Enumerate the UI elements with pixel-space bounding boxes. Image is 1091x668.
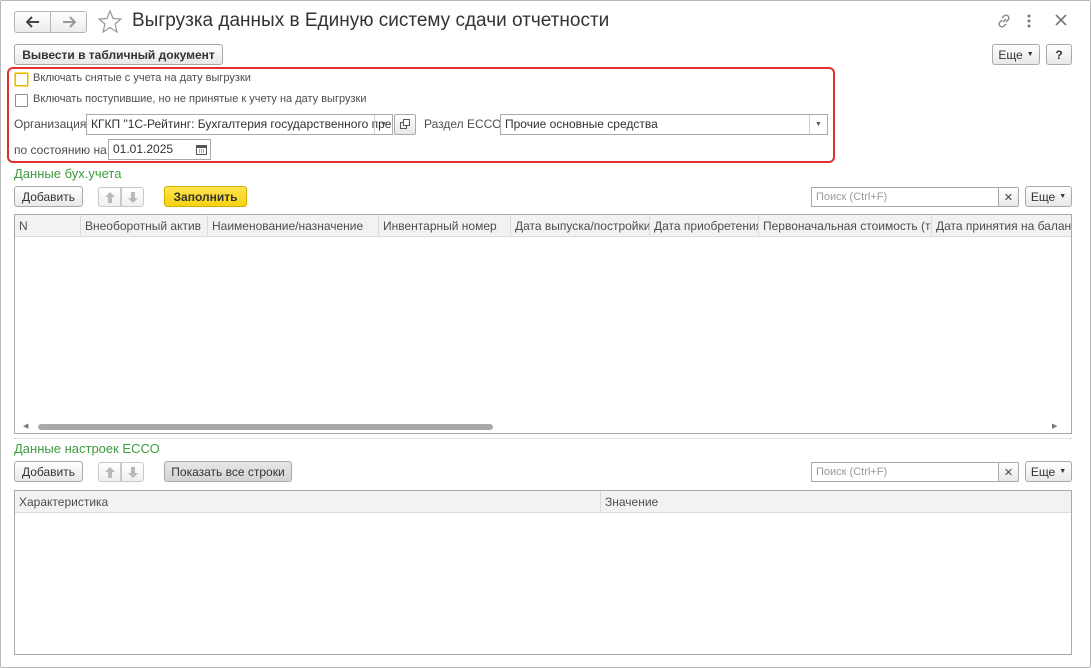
open-window-icon	[399, 119, 410, 129]
settings-search-clear-button[interactable]: ✕	[998, 462, 1019, 482]
open-organization-button[interactable]	[394, 114, 416, 135]
back-button[interactable]	[14, 11, 51, 33]
column-header[interactable]: Наименование/назначение	[208, 215, 379, 237]
chevron-down-icon[interactable]: ▼	[809, 115, 827, 134]
organization-field[interactable]: КГКП "1С-Рейтинг: Бухгалтерия государств…	[86, 114, 393, 135]
chevron-down-icon: ▼	[1059, 468, 1067, 475]
scroll-right-icon[interactable]: ▶	[1052, 422, 1057, 430]
accounting-group-title: Данные бух.учета	[14, 166, 122, 181]
more-actions-icon[interactable]	[1026, 13, 1032, 32]
settings-more-button[interactable]: Еще ▼	[1025, 461, 1072, 482]
include-received-label[interactable]: Включать поступившие, но не принятые к у…	[33, 93, 366, 105]
horizontal-scrollbar[interactable]: ◀ ▶	[15, 420, 1071, 433]
section-value: Прочие основные средства	[505, 117, 658, 131]
settings-more-label: Еще	[1030, 464, 1056, 479]
form-window: Выгрузка данных в Единую систему сдачи о…	[0, 0, 1091, 668]
link-icon[interactable]	[996, 13, 1012, 32]
forward-button[interactable]	[50, 11, 87, 33]
calendar-icon[interactable]	[192, 140, 210, 159]
accounting-more-button[interactable]: Еще ▼	[1025, 186, 1072, 207]
accounting-search-clear-button[interactable]: ✕	[998, 187, 1019, 207]
include-removed-checkbox[interactable]	[15, 73, 28, 86]
date-label: по состоянию на :	[14, 143, 114, 157]
include-received-checkbox[interactable]	[15, 94, 28, 107]
settings-group-title: Данные настроек ЕССО	[14, 441, 160, 456]
more-button[interactable]: Еще ▼	[992, 44, 1040, 65]
column-header[interactable]: Дата принятия на баланс	[932, 215, 1071, 237]
arrow-up-icon	[104, 466, 115, 478]
move-down-button[interactable]	[121, 187, 144, 207]
date-field[interactable]: 01.01.2025	[108, 139, 211, 160]
favorite-star-icon[interactable]	[97, 9, 123, 36]
settings-search-input[interactable]: Поиск (Ctrl+F)	[811, 462, 999, 482]
help-button[interactable]: ?	[1046, 44, 1072, 65]
arrow-down-icon	[127, 191, 138, 203]
column-header[interactable]: Значение	[601, 491, 1071, 513]
accounting-table-header: N Внеоборотный актив Наименование/назнач…	[15, 215, 1071, 237]
chevron-down-icon: ▼	[1059, 193, 1067, 200]
page-title: Выгрузка данных в Единую систему сдачи о…	[132, 10, 610, 31]
section-field[interactable]: Прочие основные средства ▼	[500, 114, 828, 135]
column-header[interactable]: Дата приобретения	[650, 215, 759, 237]
column-header[interactable]: N	[15, 215, 81, 237]
accounting-table[interactable]: N Внеоборотный актив Наименование/назнач…	[14, 214, 1072, 434]
scroll-left-icon[interactable]: ◀	[23, 422, 28, 430]
show-all-rows-button[interactable]: Показать все строки	[164, 461, 292, 482]
clear-icon: ✕	[1003, 191, 1014, 204]
column-header[interactable]: Дата выпуска/постройки	[511, 215, 650, 237]
move-up-button[interactable]	[98, 187, 121, 207]
print-to-spreadsheet-button[interactable]: Вывести в табличный документ	[14, 44, 223, 65]
accounting-more-label: Еще	[1030, 189, 1056, 204]
settings-table[interactable]: Характеристика Значение	[14, 490, 1072, 655]
chevron-down-icon: ▼	[1026, 51, 1034, 58]
settings-move-up-button[interactable]	[98, 462, 121, 482]
scrollbar-thumb[interactable]	[38, 424, 493, 430]
section-label: Раздел ЕССО:	[424, 117, 505, 131]
arrow-up-icon	[104, 191, 115, 203]
splitter[interactable]	[14, 438, 1072, 439]
date-value: 01.01.2025	[113, 142, 174, 156]
chevron-down-icon[interactable]: ▼	[374, 115, 392, 134]
settings-move-down-button[interactable]	[121, 462, 144, 482]
column-header[interactable]: Внеоборотный актив	[81, 215, 208, 237]
arrow-right-icon	[62, 16, 76, 28]
column-header[interactable]: Первоначальная стоимость (тг.)	[759, 215, 932, 237]
include-removed-label[interactable]: Включать снятые с учета на дату выгрузки	[33, 72, 251, 84]
arrow-left-icon	[25, 16, 39, 28]
settings-add-button[interactable]: Добавить	[14, 461, 83, 482]
organization-value: КГКП "1С-Рейтинг: Бухгалтерия государств…	[91, 117, 392, 131]
clear-icon: ✕	[1003, 466, 1014, 479]
column-header[interactable]: Инвентарный номер	[379, 215, 511, 237]
more-button-label: Еще	[998, 47, 1023, 62]
settings-table-header: Характеристика Значение	[15, 491, 1071, 513]
accounting-add-button[interactable]: Добавить	[14, 186, 83, 207]
accounting-search-input[interactable]: Поиск (Ctrl+F)	[811, 187, 999, 207]
arrow-down-icon	[127, 466, 138, 478]
fill-button[interactable]: Заполнить	[164, 186, 247, 207]
column-header[interactable]: Характеристика	[15, 491, 601, 513]
close-icon[interactable]	[1055, 14, 1067, 29]
organization-label: Организация:	[14, 117, 90, 131]
